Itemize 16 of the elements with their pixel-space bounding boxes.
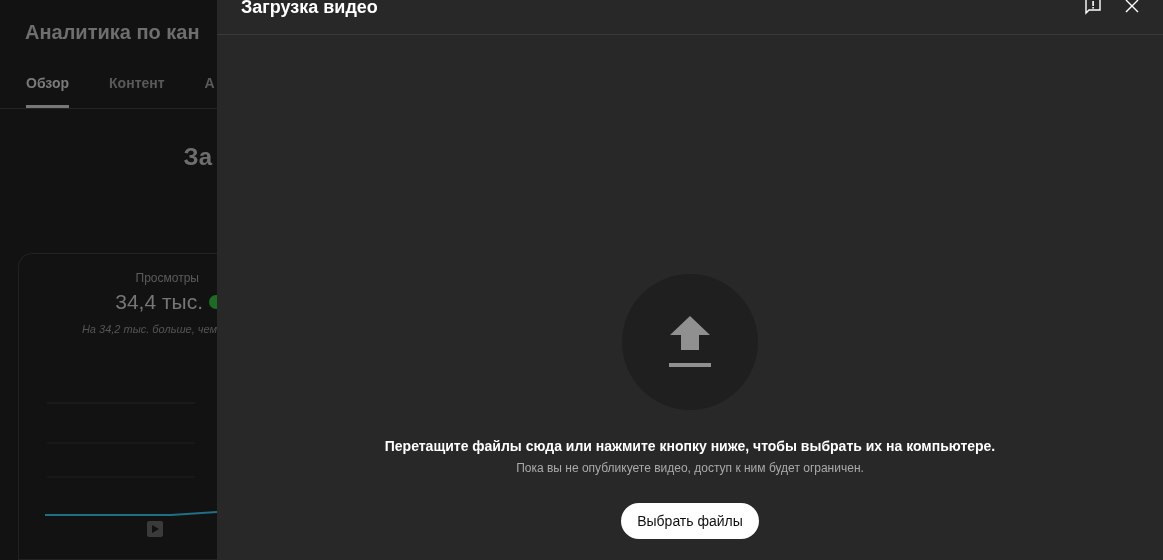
select-files-button[interactable]: Выбрать файлы <box>621 503 759 539</box>
metric-label: Просмотры <box>135 271 199 285</box>
feedback-icon[interactable] <box>1084 0 1102 15</box>
metric-value: 34,4 тыс. <box>115 290 203 314</box>
status-icon <box>209 295 217 309</box>
close-icon[interactable] <box>1124 0 1140 14</box>
page-title: Аналитика по кан <box>24 20 201 44</box>
tab[interactable]: А <box>204 75 215 108</box>
comparison-note: На 34,2 тыс. больше, чем <box>81 323 217 335</box>
tab[interactable]: Контент <box>109 75 165 108</box>
period-heading: За <box>183 143 212 171</box>
privacy-note: Пока вы не опубликуете видео, доступ к ним будет ограничен. <box>516 461 864 475</box>
drop-instruction: Перетащите файлы сюда или нажмите кнопку ниже, чтобы выбрать их на компьютере. <box>384 438 996 454</box>
tab[interactable]: Обзор <box>26 75 70 108</box>
dialog-title: Загрузка видео <box>241 0 378 18</box>
upload-icon <box>669 316 711 368</box>
